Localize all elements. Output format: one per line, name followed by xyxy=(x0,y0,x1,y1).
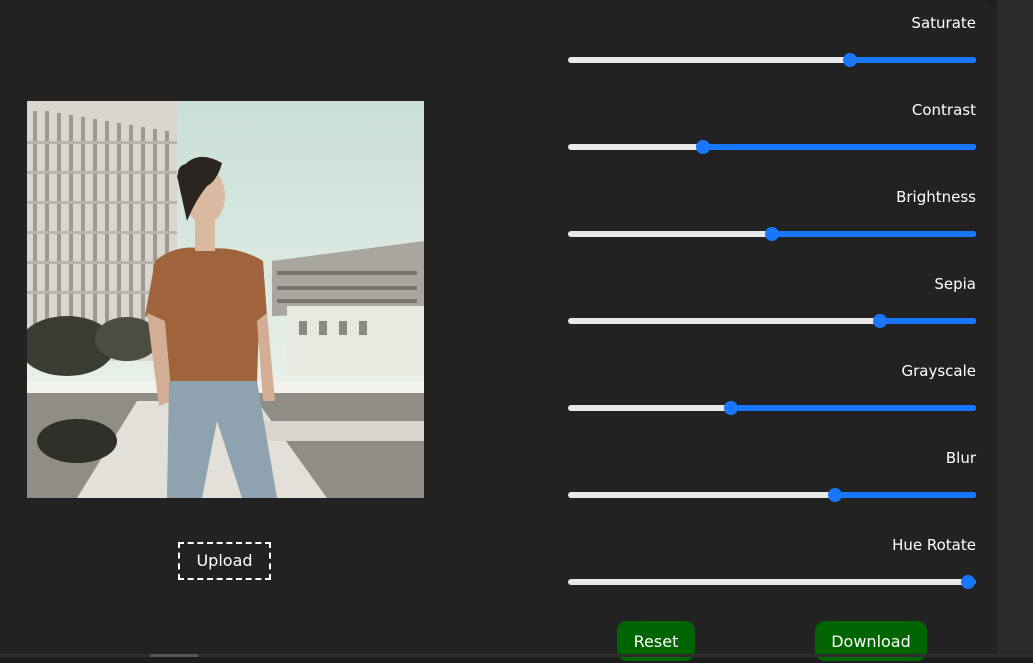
photo-image xyxy=(27,101,424,498)
grayscale-slider[interactable] xyxy=(568,401,976,415)
photo-preview xyxy=(27,101,424,498)
grayscale-slider-fill xyxy=(731,405,976,411)
saturate-slider-fill xyxy=(849,57,976,63)
vertical-scrollbar-track[interactable] xyxy=(997,0,1033,655)
grayscale-label: Grayscale xyxy=(901,362,976,380)
grayscale-control: Grayscale xyxy=(568,362,976,422)
blur-slider-thumb[interactable] xyxy=(828,488,843,502)
sepia-control: Sepia xyxy=(568,275,976,335)
hue-rotate-slider[interactable] xyxy=(568,575,976,589)
saturate-slider[interactable] xyxy=(568,53,976,67)
contrast-label: Contrast xyxy=(911,101,976,119)
saturate-label: Saturate xyxy=(911,14,976,32)
saturate-slider-thumb[interactable] xyxy=(842,53,857,67)
brightness-label: Brightness xyxy=(896,188,976,206)
hue-rotate-control: Hue Rotate xyxy=(568,536,976,596)
brightness-slider-fill xyxy=(772,231,976,237)
brightness-slider[interactable] xyxy=(568,227,976,241)
sepia-label: Sepia xyxy=(934,275,976,293)
editor-panel: Upload Saturate Contrast Brightness Sepi… xyxy=(0,0,997,661)
contrast-slider[interactable] xyxy=(568,140,976,154)
hue-rotate-label: Hue Rotate xyxy=(892,536,976,554)
contrast-slider-fill xyxy=(702,144,976,150)
sepia-slider-thumb[interactable] xyxy=(873,314,888,328)
brightness-control: Brightness xyxy=(568,188,976,248)
blur-slider-fill xyxy=(835,492,976,498)
blur-slider[interactable] xyxy=(568,488,976,502)
grayscale-slider-thumb[interactable] xyxy=(724,401,739,415)
blur-label: Blur xyxy=(945,449,976,467)
hue-rotate-slider-thumb[interactable] xyxy=(960,575,975,589)
contrast-control: Contrast xyxy=(568,101,976,161)
sepia-slider-fill xyxy=(880,318,976,324)
saturate-control: Saturate xyxy=(568,14,976,74)
brightness-slider-thumb[interactable] xyxy=(765,227,779,241)
blur-control: Blur xyxy=(568,449,976,509)
upload-button[interactable]: Upload xyxy=(178,542,271,580)
photo-editor-app: Upload Saturate Contrast Brightness Sepi… xyxy=(0,0,1033,661)
contrast-slider-thumb[interactable] xyxy=(695,140,710,154)
sepia-slider[interactable] xyxy=(568,314,976,328)
